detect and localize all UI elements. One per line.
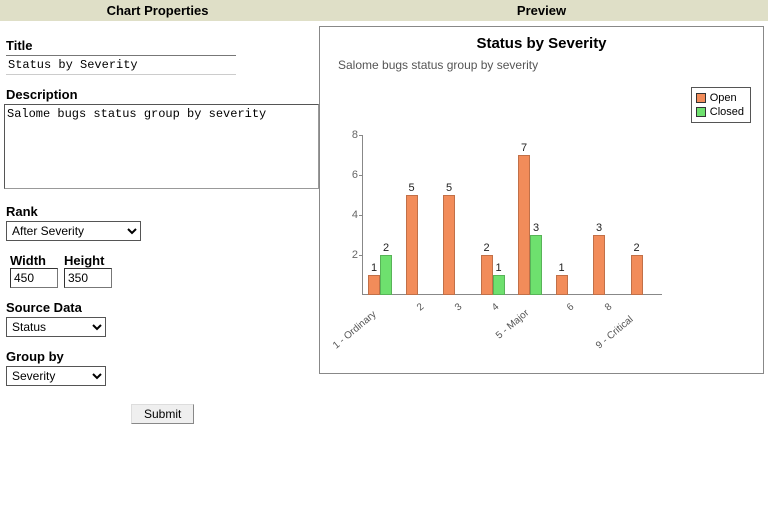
bar-value-label: 5 [402,182,422,194]
legend-swatch-open [696,93,706,103]
source-data-label: Source Data [6,300,309,315]
preview-header: Preview [315,0,768,22]
chart-subtitle: Salome bugs status group by severity [320,52,763,72]
x-tick-label: 3 [453,301,464,313]
group-by-select[interactable]: Severity [6,366,106,386]
bar-value-label: 5 [439,182,459,194]
rank-select[interactable]: After Severity [6,221,141,241]
chart-preview: Status by Severity Salome bugs status gr… [319,26,764,374]
height-label: Height [60,253,112,268]
y-tick-label: 4 [344,209,358,221]
width-label: Width [6,253,58,268]
chart-properties-header: Chart Properties [0,0,315,22]
chart-properties-form: Title Description Rank After Severity Wi… [0,22,315,430]
title-input[interactable] [6,55,236,75]
bar-value-label: 2 [477,242,497,254]
x-tick-label: 4 [490,301,501,313]
bar-open [631,255,643,295]
bar-open [368,275,380,295]
y-tick-label: 6 [344,169,358,181]
submit-button[interactable]: Submit [131,404,194,424]
bar-value-label: 1 [489,262,509,274]
legend-label-open: Open [710,91,737,105]
description-label: Description [6,87,309,102]
group-by-label: Group by [6,349,309,364]
bar-closed [530,235,542,295]
legend-entry-closed: Closed [696,105,744,119]
height-input[interactable] [64,268,112,288]
description-input[interactable] [4,104,319,189]
x-tick-label: 1 - Ordinary [331,309,379,351]
bar-value-label: 2 [376,242,396,254]
width-input[interactable] [10,268,58,288]
x-tick-label: 6 [565,301,576,313]
bar-value-label: 3 [589,222,609,234]
x-tick-label: 5 - Major [494,307,531,341]
bar-open [556,275,568,295]
y-tick-label: 8 [344,129,358,141]
source-data-select[interactable]: Status [6,317,106,337]
bar-closed [380,255,392,295]
x-tick-label: 9 - Critical [594,314,636,351]
x-tick-label: 2 [415,301,426,313]
chart-legend: Open Closed [691,87,751,123]
title-label: Title [6,38,309,53]
bar-open [481,255,493,295]
bar-open [443,195,455,295]
bar-open [406,195,418,295]
legend-entry-open: Open [696,91,744,105]
bar-value-label: 2 [627,242,647,254]
x-tick-label: 8 [603,301,614,313]
chart-plot-area: 12552173132 24681 - Ordinary2345 - Major… [362,135,662,295]
bar-value-label: 1 [552,262,572,274]
chart-title: Status by Severity [320,27,763,52]
bar-open [593,235,605,295]
legend-label-closed: Closed [710,105,744,119]
bar-value-label: 7 [514,142,534,154]
rank-label: Rank [6,204,309,219]
legend-swatch-closed [696,107,706,117]
y-tick-label: 2 [344,249,358,261]
bar-value-label: 3 [526,222,546,234]
bar-closed [493,275,505,295]
